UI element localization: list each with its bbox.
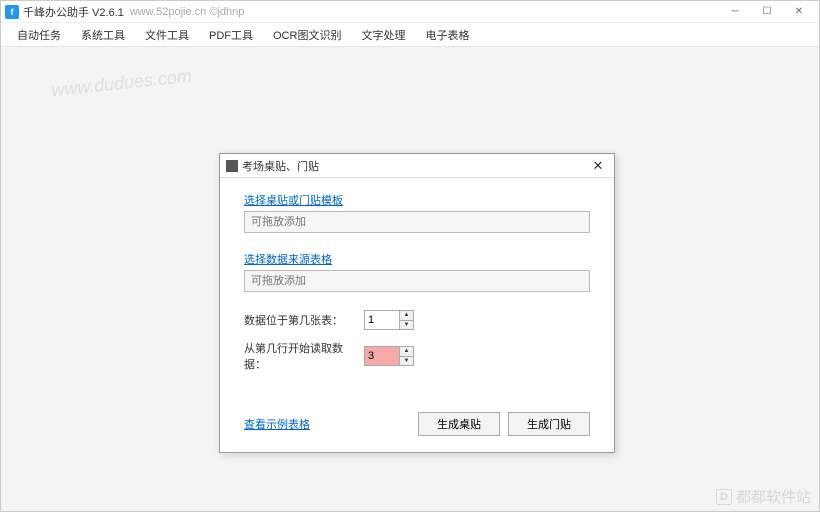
source-drop-field[interactable] [244,270,590,292]
dialog-titlebar: 考场桌贴、门贴 ✕ [220,154,614,178]
menu-auto-task[interactable]: 自动任务 [7,24,71,46]
sheet-up-icon[interactable]: ▲ [400,311,413,321]
menu-system-tools[interactable]: 系统工具 [71,24,135,46]
template-drop-field[interactable] [244,211,590,233]
generate-door-button[interactable]: 生成门贴 [508,412,590,436]
menu-ocr[interactable]: OCR图文识别 [263,24,351,46]
dialog-title: 考场桌贴、门贴 [242,158,588,174]
row-down-icon[interactable]: ▼ [400,357,413,366]
menu-pdf-tools[interactable]: PDF工具 [199,24,263,46]
menu-text[interactable]: 文字处理 [351,24,415,46]
exam-sticker-dialog: 考场桌贴、门贴 ✕ 选择桌贴或门贴模板 选择数据来源表格 数据位于第几张表： ▲… [219,153,615,453]
sheet-index-spinner[interactable]: ▲ ▼ [364,310,414,330]
view-example-link[interactable]: 查看示例表格 [244,416,310,432]
sheet-index-input[interactable] [364,310,400,330]
minimize-button[interactable]: ─ [719,2,751,22]
generate-desk-button[interactable]: 生成桌贴 [418,412,500,436]
workspace: www.dudues.com 考场桌贴、门贴 ✕ 选择桌贴或门贴模板 选择数据来… [1,47,819,511]
maximize-button[interactable]: ☐ [751,2,783,22]
sheet-down-icon[interactable]: ▼ [400,321,413,330]
footer-watermark-text: 都都软件站 [736,486,811,507]
menubar: 自动任务 系统工具 文件工具 PDF工具 OCR图文识别 文字处理 电子表格 [1,23,819,47]
source-select-link[interactable]: 选择数据来源表格 [244,251,332,267]
dialog-icon [226,160,238,172]
sheet-index-label: 数据位于第几张表： [244,312,364,328]
row-up-icon[interactable]: ▲ [400,347,413,357]
start-row-label: 从第几行开始读取数据： [244,340,364,372]
dialog-close-button[interactable]: ✕ [588,158,608,174]
template-select-link[interactable]: 选择桌贴或门贴模板 [244,192,343,208]
start-row-spinner[interactable]: ▲ ▼ [364,346,414,366]
footer-watermark: D 都都软件站 [716,486,811,507]
footer-logo-icon: D [716,489,732,505]
app-subtitle: www.52pojie.cn ©jdhnp [130,6,245,18]
start-row-input[interactable] [364,346,400,366]
watermark-url: www.dudues.com [50,66,193,102]
app-icon: f [5,5,19,19]
window-titlebar: f 千峰办公助手 V2.6.1 www.52pojie.cn ©jdhnp ─ … [1,1,819,23]
app-title: 千峰办公助手 V2.6.1 [23,4,124,20]
menu-file-tools[interactable]: 文件工具 [135,24,199,46]
menu-spreadsheet[interactable]: 电子表格 [415,24,479,46]
dialog-body: 选择桌贴或门贴模板 选择数据来源表格 数据位于第几张表： ▲ ▼ 从第几行开始读… [220,178,614,452]
close-button[interactable]: ✕ [783,2,815,22]
